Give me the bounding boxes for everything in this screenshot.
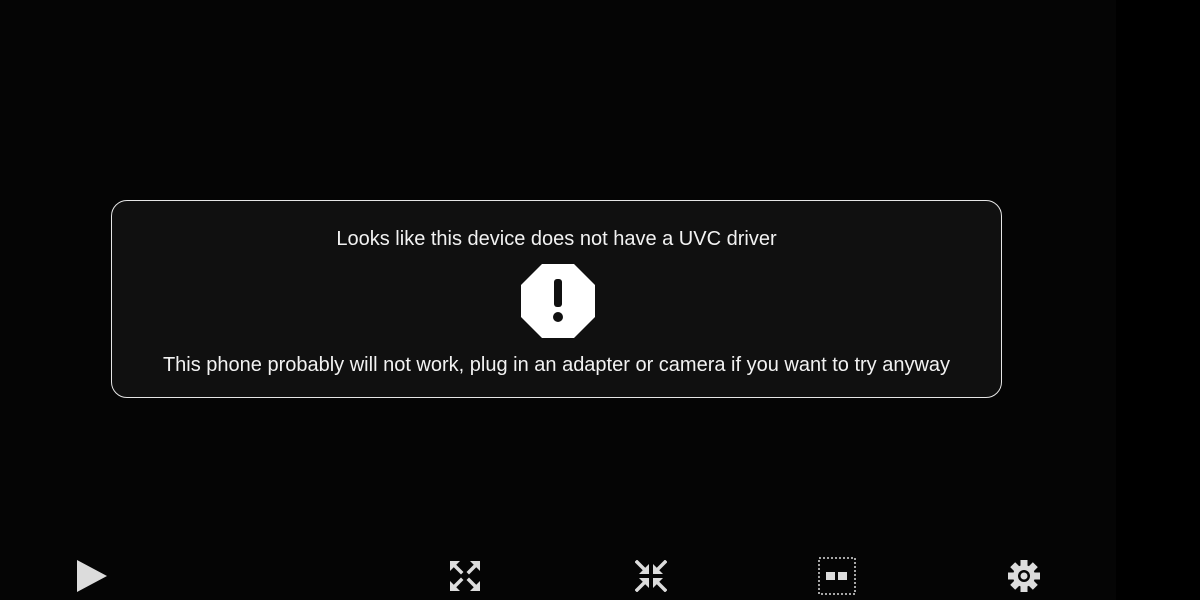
aspect-ratio-icon bbox=[818, 557, 856, 595]
camera-screen: Looks like this device does not have a U… bbox=[0, 0, 1200, 600]
navigation-edge bbox=[1116, 0, 1200, 600]
expand-button[interactable] bbox=[441, 552, 489, 600]
play-icon bbox=[77, 560, 107, 592]
expand-arrows-icon bbox=[450, 561, 480, 591]
dialog-message: This phone probably will not work, plug … bbox=[162, 354, 951, 376]
settings-button[interactable] bbox=[1000, 552, 1048, 600]
shrink-arrows-icon bbox=[635, 560, 667, 592]
gear-icon bbox=[1008, 560, 1040, 592]
no-uvc-driver-dialog: Looks like this device does not have a U… bbox=[111, 200, 1002, 398]
warning-octagon-icon bbox=[521, 264, 595, 338]
play-button[interactable] bbox=[68, 552, 116, 600]
shrink-button[interactable] bbox=[627, 552, 675, 600]
aspect-button[interactable] bbox=[813, 552, 861, 600]
dialog-title: Looks like this device does not have a U… bbox=[336, 228, 777, 250]
